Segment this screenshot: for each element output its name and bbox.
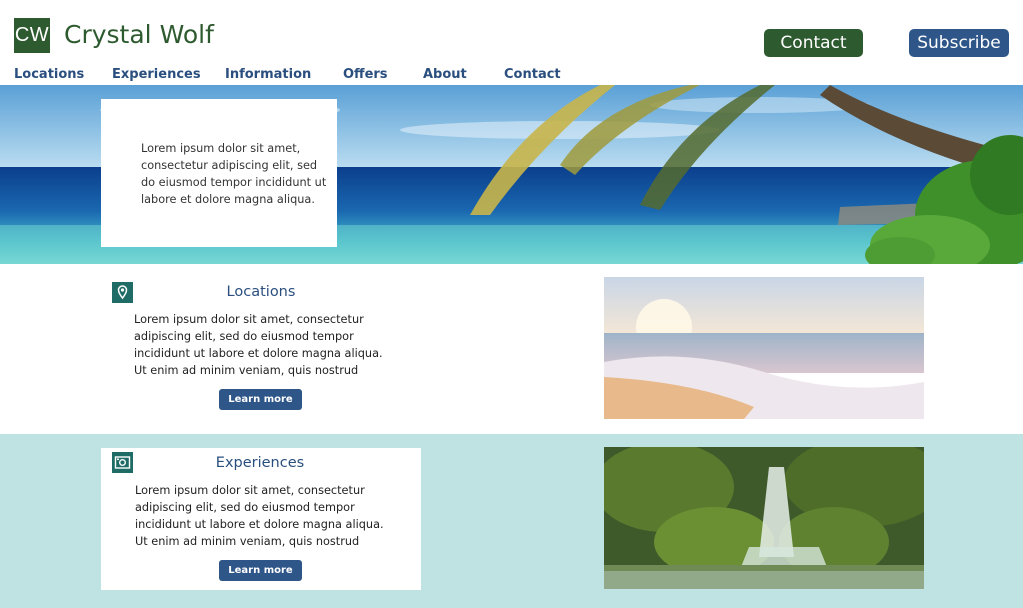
nav-information[interactable]: Information — [225, 67, 311, 82]
nav-experiences[interactable]: Experiences — [112, 67, 201, 82]
locations-learn-more-button[interactable]: Learn more — [219, 389, 302, 410]
hero-text: Lorem ipsum dolor sit amet, consectetur … — [141, 142, 327, 206]
logo-monogram[interactable]: CW — [14, 18, 50, 53]
subscribe-button[interactable]: Subscribe — [909, 29, 1009, 57]
contact-button[interactable]: Contact — [764, 29, 863, 57]
nav-locations[interactable]: Locations — [14, 67, 84, 82]
experiences-text: Lorem ipsum dolor sit amet, consectetur … — [135, 484, 384, 548]
map-pin-icon — [112, 282, 133, 303]
experiences-title: Experiences — [215, 455, 305, 471]
nav-offers[interactable]: Offers — [343, 67, 388, 82]
nav-about[interactable]: About — [423, 67, 467, 82]
camera-icon — [112, 452, 133, 473]
locations-text: Lorem ipsum dolor sit amet, consectetur … — [134, 313, 383, 377]
brand-name[interactable]: Crystal Wolf — [64, 20, 214, 49]
beach-sunset-image — [604, 277, 924, 419]
experiences-learn-more-button[interactable]: Learn more — [219, 560, 302, 581]
waterfall-image — [604, 447, 924, 589]
locations-title: Locations — [226, 284, 296, 300]
nav-contact[interactable]: Contact — [504, 67, 561, 82]
